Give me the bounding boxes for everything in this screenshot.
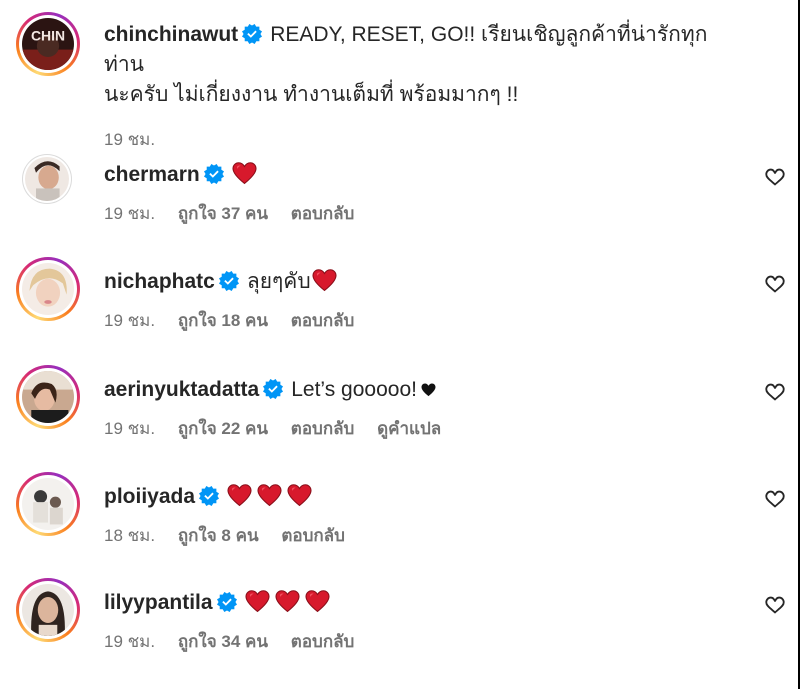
verified-badge-icon	[219, 271, 239, 291]
comment-text: ลุยๆคับ	[246, 270, 311, 293]
see-translation-button[interactable]: ดูคำแปล	[377, 419, 441, 438]
heart-outline-icon	[764, 381, 786, 403]
author-username[interactable]: chinchinawut	[104, 23, 238, 46]
comment-time[interactable]: 19 ชม.	[104, 632, 155, 651]
comment-reply-button[interactable]: ตอบกลับ	[291, 419, 355, 438]
red-heart-emoji	[257, 484, 282, 507]
commenter-avatar[interactable]	[22, 584, 74, 636]
commenter-avatar-image	[22, 478, 74, 530]
comment-text: Let’s gooooo!	[291, 378, 417, 401]
comment-reply-button[interactable]: ตอบกลับ	[291, 311, 355, 330]
post-caption: CHIN chinchinawut READY, RESET, GO!! เรีย…	[16, 12, 776, 149]
commenter-avatar[interactable]	[22, 371, 74, 423]
heart-outline-icon	[764, 166, 786, 188]
commenter-avatar[interactable]	[25, 157, 69, 201]
commenter-avatar[interactable]	[22, 478, 74, 530]
comment-likes-count[interactable]: ถูกใจ 22 คน	[178, 419, 268, 438]
commenter-avatar-image	[22, 263, 74, 315]
commenter-avatar-ring[interactable]	[22, 154, 72, 204]
red-heart-emoji	[312, 269, 337, 292]
comment-username[interactable]: ploiiyada	[104, 485, 195, 508]
commenter-avatar-ring[interactable]	[16, 472, 80, 536]
author-avatar-ring[interactable]: CHIN	[16, 12, 80, 76]
red-heart-emoji	[305, 590, 330, 613]
comment-likes-count[interactable]: ถูกใจ 8 คน	[178, 526, 259, 545]
red-heart-emoji	[232, 162, 257, 185]
author-avatar-image: CHIN	[22, 18, 74, 70]
avatar-logo-text: CHIN	[31, 27, 65, 43]
comment-username[interactable]: aerinyuktadatta	[104, 378, 259, 401]
heart-outline-icon	[764, 273, 786, 295]
commenter-avatar-ring[interactable]	[16, 257, 80, 321]
comment-like-button[interactable]	[764, 594, 786, 616]
comment-like-button[interactable]	[764, 488, 786, 510]
comment-like-button[interactable]	[764, 273, 786, 295]
comment-username[interactable]: chermarn	[104, 163, 200, 186]
comment-reply-button[interactable]: ตอบกลับ	[281, 526, 345, 545]
commenter-avatar[interactable]	[22, 263, 74, 315]
comment-time[interactable]: 18 ชม.	[104, 526, 155, 545]
commenter-avatar-ring[interactable]	[16, 578, 80, 642]
comment-likes-count[interactable]: ถูกใจ 34 คน	[178, 632, 268, 651]
commenter-avatar-image	[22, 584, 74, 636]
verified-badge-icon	[217, 592, 237, 612]
comment-username[interactable]: lilyypantila	[104, 591, 213, 614]
comment-time[interactable]: 19 ชม.	[104, 204, 155, 223]
comment-item: chermarn 19 ชม. ถูกใจ 37 คน ตอบกลับ	[16, 150, 786, 250]
comment-reply-button[interactable]: ตอบกลับ	[291, 204, 355, 223]
caption-line-1: chinchinawut READY, RESET, GO!! เรียนเชิญ…	[104, 20, 736, 80]
commenter-avatar-image	[25, 157, 69, 201]
comment-like-button[interactable]	[764, 381, 786, 403]
post-time[interactable]: 19 ชม.	[104, 130, 155, 149]
comment-item: nichaphatc ลุยๆคับ 19 ชม. ถูกใจ 18 คน ตอบ…	[16, 257, 786, 357]
commenter-avatar-ring[interactable]	[16, 365, 80, 429]
red-heart-emoji	[287, 484, 312, 507]
verified-badge-icon	[204, 164, 224, 184]
author-avatar[interactable]: CHIN	[22, 18, 74, 70]
commenter-avatar-image	[22, 371, 74, 423]
black-heart-emoji	[421, 383, 436, 397]
verified-badge-icon	[263, 379, 283, 399]
verified-badge-icon	[199, 486, 219, 506]
comment-item: aerinyuktadatta Let’s gooooo! 19 ชม. ถูกใ…	[16, 365, 786, 465]
comment-likes-count[interactable]: ถูกใจ 18 คน	[178, 311, 268, 330]
comment-item: lilyypantila 19 ชม. ถูกใจ 34 คน ตอบกลับ	[16, 578, 786, 678]
comment-item: ploiiyada 18 ชม. ถูกใจ 8 คน ตอบกลับ	[16, 472, 786, 572]
heart-outline-icon	[764, 488, 786, 510]
comment-reply-button[interactable]: ตอบกลับ	[291, 632, 355, 651]
verified-badge-icon	[242, 24, 262, 44]
comment-like-button[interactable]	[764, 166, 786, 188]
comment-username[interactable]: nichaphatc	[104, 270, 215, 293]
comment-likes-count[interactable]: ถูกใจ 37 คน	[178, 204, 268, 223]
comment-time[interactable]: 19 ชม.	[104, 419, 155, 438]
red-heart-emoji	[275, 590, 300, 613]
red-heart-emoji	[245, 590, 270, 613]
red-heart-emoji	[227, 484, 252, 507]
comment-time[interactable]: 19 ชม.	[104, 311, 155, 330]
heart-outline-icon	[764, 594, 786, 616]
caption-text-2: นะครับ ไม่เกี่ยงงาน ทำงานเต็มที่ พร้อมมา…	[104, 83, 519, 106]
